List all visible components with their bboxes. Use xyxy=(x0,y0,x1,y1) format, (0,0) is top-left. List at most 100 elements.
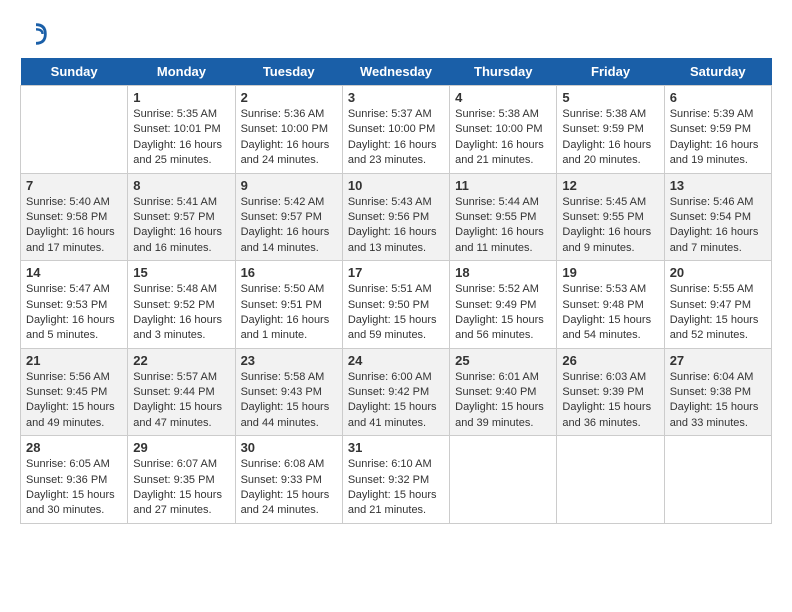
date-number: 6 xyxy=(670,90,766,105)
weekday-header-saturday: Saturday xyxy=(664,58,771,86)
date-number: 7 xyxy=(26,178,122,193)
calendar-week-2: 7 Sunrise: 5:40 AM Sunset: 9:58 PM Daylig… xyxy=(21,173,772,261)
date-number: 19 xyxy=(562,265,658,280)
calendar-cell: 2 Sunrise: 5:36 AM Sunset: 10:00 PM Dayli… xyxy=(235,86,342,174)
cell-content: Sunrise: 5:37 AM Sunset: 10:00 PM Daylig… xyxy=(348,107,444,169)
cell-content: Sunrise: 6:10 AM Sunset: 9:32 PM Dayligh… xyxy=(348,457,444,519)
calendar-cell: 7 Sunrise: 5:40 AM Sunset: 9:58 PM Daylig… xyxy=(21,173,128,261)
weekday-header-thursday: Thursday xyxy=(450,58,557,86)
cell-content: Sunrise: 5:50 AM Sunset: 9:51 PM Dayligh… xyxy=(241,282,337,344)
date-number: 12 xyxy=(562,178,658,193)
weekday-header-sunday: Sunday xyxy=(21,58,128,86)
date-number: 4 xyxy=(455,90,551,105)
cell-content: Sunrise: 5:44 AM Sunset: 9:55 PM Dayligh… xyxy=(455,195,551,257)
weekday-header-row: SundayMondayTuesdayWednesdayThursdayFrid… xyxy=(21,58,772,86)
calendar-cell xyxy=(664,436,771,524)
calendar-week-5: 28 Sunrise: 6:05 AM Sunset: 9:36 PM Dayli… xyxy=(21,436,772,524)
date-number: 27 xyxy=(670,353,766,368)
date-number: 1 xyxy=(133,90,229,105)
calendar-cell: 26 Sunrise: 6:03 AM Sunset: 9:39 PM Dayli… xyxy=(557,348,664,436)
calendar-cell: 24 Sunrise: 6:00 AM Sunset: 9:42 PM Dayli… xyxy=(342,348,449,436)
date-number: 30 xyxy=(241,440,337,455)
calendar-cell: 30 Sunrise: 6:08 AM Sunset: 9:33 PM Dayli… xyxy=(235,436,342,524)
weekday-header-monday: Monday xyxy=(128,58,235,86)
cell-content: Sunrise: 5:35 AM Sunset: 10:01 PM Daylig… xyxy=(133,107,229,169)
cell-content: Sunrise: 6:05 AM Sunset: 9:36 PM Dayligh… xyxy=(26,457,122,519)
calendar-cell: 13Sunrise: 5:46 AM Sunset: 9:54 PM Dayli… xyxy=(664,173,771,261)
cell-content: Sunrise: 5:57 AM Sunset: 9:44 PM Dayligh… xyxy=(133,370,229,432)
date-number: 31 xyxy=(348,440,444,455)
calendar-cell: 1 Sunrise: 5:35 AM Sunset: 10:01 PM Dayli… xyxy=(128,86,235,174)
cell-content: Sunrise: 6:01 AM Sunset: 9:40 PM Dayligh… xyxy=(455,370,551,432)
calendar-cell: 18 Sunrise: 5:52 AM Sunset: 9:49 PM Dayli… xyxy=(450,261,557,349)
calendar-cell: 12 Sunrise: 5:45 AM Sunset: 9:55 PM Dayli… xyxy=(557,173,664,261)
cell-content: Sunrise: 6:00 AM Sunset: 9:42 PM Dayligh… xyxy=(348,370,444,432)
calendar-table: SundayMondayTuesdayWednesdayThursdayFrid… xyxy=(20,58,772,524)
cell-content: Sunrise: 6:03 AM Sunset: 9:39 PM Dayligh… xyxy=(562,370,658,432)
cell-content: Sunrise: 5:47 AM Sunset: 9:53 PM Dayligh… xyxy=(26,282,122,344)
page-header xyxy=(20,20,772,48)
calendar-cell: 5Sunrise: 5:38 AM Sunset: 9:59 PM Daylig… xyxy=(557,86,664,174)
weekday-header-wednesday: Wednesday xyxy=(342,58,449,86)
calendar-cell: 3 Sunrise: 5:37 AM Sunset: 10:00 PM Dayli… xyxy=(342,86,449,174)
calendar-cell xyxy=(450,436,557,524)
cell-content: Sunrise: 5:53 AM Sunset: 9:48 PM Dayligh… xyxy=(562,282,658,344)
logo xyxy=(20,20,50,48)
cell-content: Sunrise: 5:56 AM Sunset: 9:45 PM Dayligh… xyxy=(26,370,122,432)
calendar-cell xyxy=(21,86,128,174)
cell-content: Sunrise: 5:58 AM Sunset: 9:43 PM Dayligh… xyxy=(241,370,337,432)
calendar-week-3: 14 Sunrise: 5:47 AM Sunset: 9:53 PM Dayli… xyxy=(21,261,772,349)
calendar-cell: 27 Sunrise: 6:04 AM Sunset: 9:38 PM Dayli… xyxy=(664,348,771,436)
calendar-cell: 10 Sunrise: 5:43 AM Sunset: 9:56 PM Dayli… xyxy=(342,173,449,261)
date-number: 3 xyxy=(348,90,444,105)
cell-content: Sunrise: 5:51 AM Sunset: 9:50 PM Dayligh… xyxy=(348,282,444,344)
cell-content: Sunrise: 5:42 AM Sunset: 9:57 PM Dayligh… xyxy=(241,195,337,257)
date-number: 13 xyxy=(670,178,766,193)
date-number: 25 xyxy=(455,353,551,368)
calendar-cell xyxy=(557,436,664,524)
calendar-cell: 31 Sunrise: 6:10 AM Sunset: 9:32 PM Dayli… xyxy=(342,436,449,524)
calendar-cell: 19 Sunrise: 5:53 AM Sunset: 9:48 PM Dayli… xyxy=(557,261,664,349)
date-number: 20 xyxy=(670,265,766,280)
cell-content: Sunrise: 5:43 AM Sunset: 9:56 PM Dayligh… xyxy=(348,195,444,257)
cell-content: Sunrise: 5:38 AM Sunset: 9:59 PM Dayligh… xyxy=(562,107,658,169)
logo-icon xyxy=(22,20,50,48)
calendar-cell: 20Sunrise: 5:55 AM Sunset: 9:47 PM Dayli… xyxy=(664,261,771,349)
date-number: 21 xyxy=(26,353,122,368)
cell-content: Sunrise: 5:38 AM Sunset: 10:00 PM Daylig… xyxy=(455,107,551,169)
cell-content: Sunrise: 6:08 AM Sunset: 9:33 PM Dayligh… xyxy=(241,457,337,519)
cell-content: Sunrise: 6:07 AM Sunset: 9:35 PM Dayligh… xyxy=(133,457,229,519)
weekday-header-friday: Friday xyxy=(557,58,664,86)
date-number: 26 xyxy=(562,353,658,368)
date-number: 16 xyxy=(241,265,337,280)
date-number: 15 xyxy=(133,265,229,280)
cell-content: Sunrise: 5:40 AM Sunset: 9:58 PM Dayligh… xyxy=(26,195,122,257)
date-number: 24 xyxy=(348,353,444,368)
calendar-cell: 15Sunrise: 5:48 AM Sunset: 9:52 PM Dayli… xyxy=(128,261,235,349)
date-number: 11 xyxy=(455,178,551,193)
calendar-week-4: 21 Sunrise: 5:56 AM Sunset: 9:45 PM Dayli… xyxy=(21,348,772,436)
calendar-cell: 16 Sunrise: 5:50 AM Sunset: 9:51 PM Dayli… xyxy=(235,261,342,349)
date-number: 22 xyxy=(133,353,229,368)
calendar-cell: 28 Sunrise: 6:05 AM Sunset: 9:36 PM Dayli… xyxy=(21,436,128,524)
cell-content: Sunrise: 5:52 AM Sunset: 9:49 PM Dayligh… xyxy=(455,282,551,344)
calendar-cell: 6Sunrise: 5:39 AM Sunset: 9:59 PM Daylig… xyxy=(664,86,771,174)
calendar-cell: 17Sunrise: 5:51 AM Sunset: 9:50 PM Dayli… xyxy=(342,261,449,349)
date-number: 23 xyxy=(241,353,337,368)
calendar-cell: 25 Sunrise: 6:01 AM Sunset: 9:40 PM Dayli… xyxy=(450,348,557,436)
cell-content: Sunrise: 5:45 AM Sunset: 9:55 PM Dayligh… xyxy=(562,195,658,257)
calendar-cell: 9Sunrise: 5:42 AM Sunset: 9:57 PM Daylig… xyxy=(235,173,342,261)
cell-content: Sunrise: 6:04 AM Sunset: 9:38 PM Dayligh… xyxy=(670,370,766,432)
date-number: 18 xyxy=(455,265,551,280)
date-number: 14 xyxy=(26,265,122,280)
date-number: 2 xyxy=(241,90,337,105)
date-number: 29 xyxy=(133,440,229,455)
cell-content: Sunrise: 5:41 AM Sunset: 9:57 PM Dayligh… xyxy=(133,195,229,257)
date-number: 8 xyxy=(133,178,229,193)
calendar-cell: 22 Sunrise: 5:57 AM Sunset: 9:44 PM Dayli… xyxy=(128,348,235,436)
calendar-cell: 4 Sunrise: 5:38 AM Sunset: 10:00 PM Dayli… xyxy=(450,86,557,174)
date-number: 10 xyxy=(348,178,444,193)
calendar-cell: 29 Sunrise: 6:07 AM Sunset: 9:35 PM Dayli… xyxy=(128,436,235,524)
cell-content: Sunrise: 5:36 AM Sunset: 10:00 PM Daylig… xyxy=(241,107,337,169)
date-number: 28 xyxy=(26,440,122,455)
